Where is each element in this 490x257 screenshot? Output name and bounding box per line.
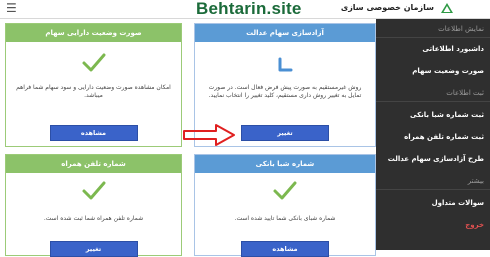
sidebar-item-faq[interactable]: سوالات متداول (432, 199, 484, 208)
sidebar-section-register: ثبت اطلاعات (446, 89, 484, 97)
sidebar-divider (376, 101, 490, 102)
sidebar-section-view: نمایش اطلاعات (438, 25, 484, 33)
sidebar-item-sheba[interactable]: ثبت شماره شبا بانکی (410, 111, 484, 120)
sidebar-item-phone[interactable]: ثبت شماره تلفن همراه (404, 133, 484, 142)
check-icon (82, 181, 105, 200)
card-portfolio: صورت وضعیت دارایی سهام امکان مشاهده صورت… (5, 23, 182, 147)
change-release-button[interactable]: تغییر (241, 125, 329, 141)
card-phone: شماره تلفن همراه شماره تلفن همراه شما ثب… (5, 154, 182, 257)
sidebar-item-dashboard[interactable]: داشبورد اطلاعاتی (422, 45, 484, 54)
logo-icon (441, 3, 453, 13)
card-portfolio-title: صورت وضعیت دارایی سهام (6, 24, 181, 42)
sidebar: نمایش اطلاعات داشبورد اطلاعاتی صورت وضعی… (376, 19, 490, 250)
card-portfolio-text: امکان مشاهده صورت وضعیت دارایی و سود سها… (16, 84, 171, 99)
card-sheba: شماره شبا بانکی شماره شبای بانکی شما تای… (194, 154, 376, 257)
sidebar-item-logout[interactable]: خروج (465, 221, 484, 230)
sidebar-divider (376, 37, 490, 38)
sidebar-section-more: بیشتر (467, 177, 484, 185)
view-sheba-button[interactable]: مشاهده (241, 241, 329, 257)
top-bar: ☰ Behtarin.site سازمان خصوصی سازی (0, 0, 490, 19)
arrow-right-icon (183, 124, 235, 146)
check-icon (82, 53, 105, 72)
view-portfolio-button[interactable]: مشاهده (49, 125, 138, 141)
card-sheba-title: شماره شبا بانکی (195, 155, 375, 173)
watermark-site-title: Behtarin.site (196, 0, 302, 18)
menu-icon[interactable]: ☰ (6, 1, 17, 15)
card-phone-text: شماره تلفن همراه شما ثبت شده است. (43, 215, 144, 222)
brand-name: سازمان خصوصی سازی (340, 3, 434, 12)
hourglass-icon (278, 57, 293, 72)
card-release-title: آزادسازی سهام عدالت (195, 24, 375, 42)
change-phone-button[interactable]: تغییر (49, 241, 138, 257)
card-sheba-text: شماره شبای بانکی شما تایید شده است. (234, 215, 336, 222)
sidebar-divider (376, 189, 490, 190)
card-phone-title: شماره تلفن همراه (6, 155, 181, 173)
check-icon (273, 181, 297, 200)
sidebar-item-stock-statement[interactable]: صورت وضعیت سهام (412, 67, 484, 76)
card-release-text: روش غیرمستقیم به صورت پیش فرض فعال است. … (208, 84, 362, 99)
sidebar-item-release-plan[interactable]: طرح آزادسازی سهام عدالت (388, 155, 484, 164)
